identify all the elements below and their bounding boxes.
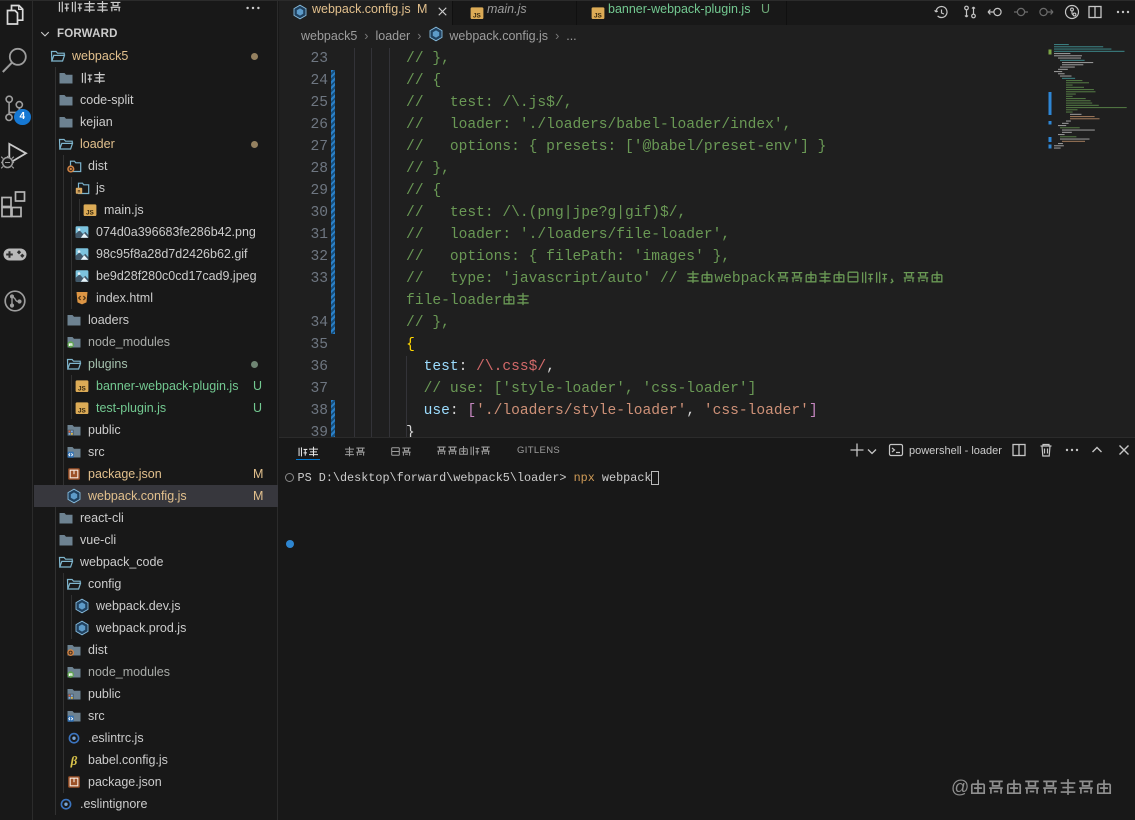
svg-text:β: β (70, 753, 78, 768)
